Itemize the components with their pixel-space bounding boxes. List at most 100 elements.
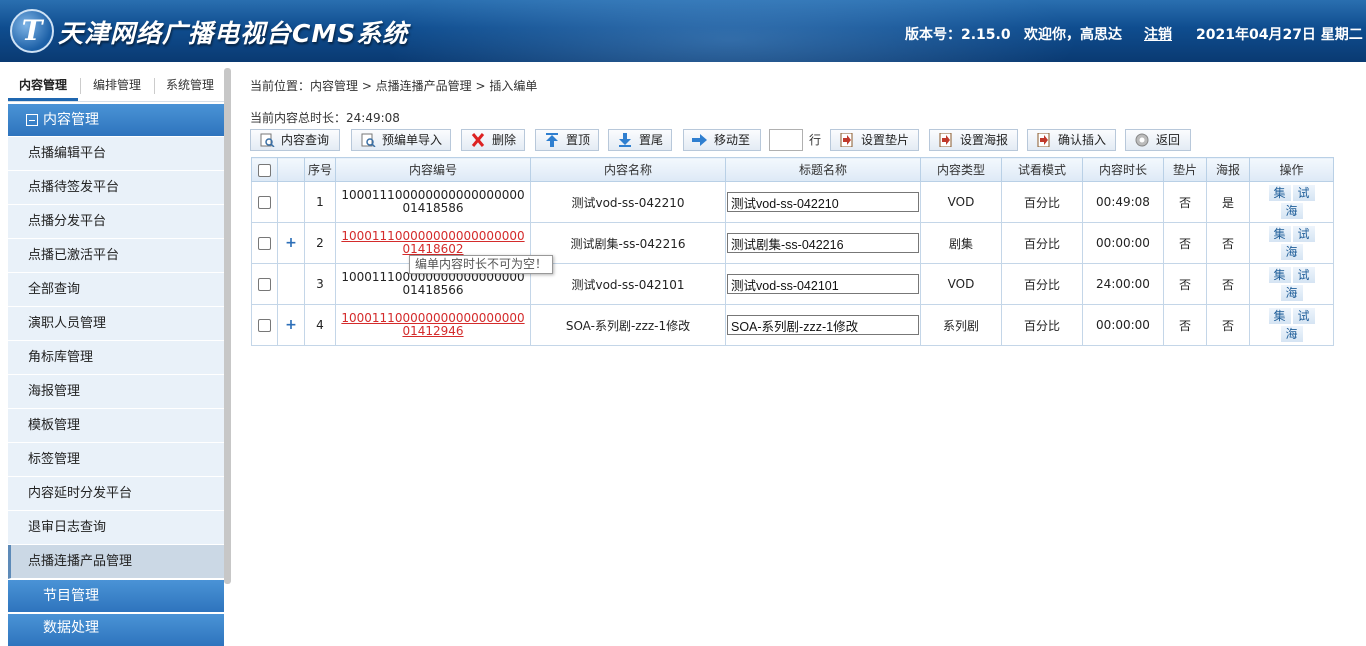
arrow-right-icon	[692, 134, 707, 146]
tab-content-management[interactable]: 内容管理	[8, 72, 78, 101]
header-trial-mode: 试看模式	[1001, 157, 1083, 182]
select-all-checkbox[interactable]	[258, 163, 271, 177]
back-button[interactable]: 返回	[1125, 129, 1191, 151]
tab-schedule-management[interactable]: 编排管理	[82, 72, 152, 101]
row-trial-mode: 百分比	[1001, 263, 1083, 305]
title-input[interactable]	[727, 233, 919, 253]
row-trial-mode: 百分比	[1001, 181, 1083, 223]
header-title: 标题名称	[725, 157, 921, 182]
sidebar-tabs: 内容管理 编排管理 系统管理	[8, 72, 224, 102]
delete-button[interactable]: 删除	[461, 129, 525, 151]
header-select-all[interactable]	[251, 157, 278, 182]
tv-logo-icon: T	[10, 9, 54, 53]
title-input[interactable]	[727, 274, 919, 294]
row-code-link[interactable]: 10001110000000000000000001418602	[339, 230, 527, 256]
row-checkbox[interactable]	[258, 237, 271, 250]
row-title-cell	[725, 222, 921, 264]
table-header-row: 序号 内容编号 内容名称 标题名称 内容类型 试看模式 内容时长 垫片 海报 操…	[251, 157, 1334, 182]
group-data-processing[interactable]: 数据处理	[8, 614, 224, 646]
group-program-management[interactable]: 节目管理	[8, 580, 224, 612]
row-seq: 3	[304, 263, 336, 305]
sidebar-item-badge-library[interactable]: 角标库管理	[8, 341, 224, 375]
row-expand	[277, 181, 305, 223]
row-select	[251, 181, 278, 223]
move-row-input[interactable]	[769, 129, 803, 151]
episode-button[interactable]: 集	[1267, 266, 1292, 284]
poster-button[interactable]: 海	[1279, 202, 1304, 220]
row-actions: 集试 海	[1249, 181, 1334, 223]
row-code-link[interactable]: 10001110000000000000000001412946	[339, 312, 527, 338]
tab-divider	[154, 78, 155, 94]
title-input[interactable]	[727, 315, 919, 335]
expand-plus-icon[interactable]: +	[285, 235, 297, 251]
sidebar-item-posters[interactable]: 海报管理	[8, 375, 224, 409]
group-content-management[interactable]: 内容管理	[8, 104, 224, 136]
row-checkbox[interactable]	[258, 196, 271, 209]
doc-arrow-icon	[840, 133, 853, 147]
button-label: 设置垫片	[861, 133, 910, 147]
tab-system-management[interactable]: 系统管理	[156, 72, 224, 101]
breadcrumb: 当前位置：内容管理 > 点播连播产品管理 > 插入编单	[250, 79, 538, 93]
sidebar-item-all-query[interactable]: 全部查询	[8, 273, 224, 307]
row-trial-mode: 百分比	[1001, 222, 1083, 264]
sidebar-scrollbar[interactable]	[224, 68, 231, 584]
sidebar-item-reject-log[interactable]: 退审日志查询	[8, 511, 224, 545]
poster-button[interactable]: 海	[1279, 325, 1304, 343]
sidebar-item-vod-continuous[interactable]: 点播连播产品管理	[8, 545, 224, 579]
sidebar-item-vod-activated[interactable]: 点播已激活平台	[8, 239, 224, 273]
gear-icon	[1135, 133, 1149, 147]
episode-button[interactable]: 集	[1267, 225, 1292, 243]
expand-plus-icon[interactable]: +	[285, 317, 297, 333]
group-label: 节目管理	[43, 588, 99, 604]
row-checkbox[interactable]	[258, 319, 271, 332]
sidebar-item-vod-pending[interactable]: 点播待签发平台	[8, 171, 224, 205]
move-bottom-button[interactable]: 置尾	[608, 129, 672, 151]
row-select	[251, 304, 278, 346]
logout-link[interactable]: 注销	[1144, 24, 1172, 44]
sidebar-item-cast[interactable]: 演职人员管理	[8, 307, 224, 341]
trial-button[interactable]: 试	[1291, 225, 1316, 243]
trial-button[interactable]: 试	[1291, 307, 1316, 325]
poster-button[interactable]: 海	[1279, 243, 1304, 261]
arrow-bottom-icon	[619, 133, 631, 147]
row-duration: 00:00:00	[1082, 222, 1164, 264]
row-duration: 00:00:00	[1082, 304, 1164, 346]
header-type: 内容类型	[920, 157, 1002, 182]
row-poster: 否	[1206, 222, 1250, 264]
content-query-button[interactable]: 内容查询	[250, 129, 340, 151]
move-to-button[interactable]: 移动至	[683, 129, 761, 151]
tab-divider	[80, 78, 81, 94]
sidebar-item-tags[interactable]: 标签管理	[8, 443, 224, 477]
row-name: 测试vod-ss-042101	[530, 263, 726, 305]
button-label: 置顶	[566, 133, 591, 147]
sidebar-item-templates[interactable]: 模板管理	[8, 409, 224, 443]
trial-button[interactable]: 试	[1291, 184, 1316, 202]
row-actions: 集试 海	[1249, 222, 1334, 264]
sidebar-item-vod-edit[interactable]: 点播编辑平台	[8, 137, 224, 171]
total-duration: 当前内容总时长：24:49:08	[250, 111, 400, 125]
row-pad: 否	[1163, 263, 1207, 305]
row-select	[251, 222, 278, 264]
set-poster-button[interactable]: 设置海报	[929, 129, 1018, 151]
confirm-insert-button[interactable]: 确认插入	[1027, 129, 1116, 151]
poster-button[interactable]: 海	[1279, 284, 1304, 302]
episode-button[interactable]: 集	[1267, 307, 1292, 325]
title-input[interactable]	[727, 192, 919, 212]
sidebar-item-vod-distribute[interactable]: 点播分发平台	[8, 205, 224, 239]
sidebar: 内容管理 编排管理 系统管理 内容管理 点播编辑平台 点播待签发平台 点播分发平…	[0, 62, 232, 646]
row-code-cell: 10001110000000000000000001412946	[335, 304, 531, 346]
move-top-button[interactable]: 置顶	[535, 129, 599, 151]
row-checkbox[interactable]	[258, 278, 271, 291]
set-pad-button[interactable]: 设置垫片	[830, 129, 919, 151]
search-doc-icon	[260, 133, 275, 147]
row-poster: 否	[1206, 263, 1250, 305]
sidebar-item-delayed-distribute[interactable]: 内容延时分发平台	[8, 477, 224, 511]
row-poster: 否	[1206, 304, 1250, 346]
pre-schedule-import-button[interactable]: 预编单导入	[351, 129, 451, 151]
episode-button[interactable]: 集	[1267, 184, 1292, 202]
trial-button[interactable]: 试	[1291, 266, 1316, 284]
row-name: SOA-系列剧-zzz-1修改	[530, 304, 726, 346]
app-title: 天津网络广播电视台CMS系统	[58, 19, 409, 48]
row-type: VOD	[920, 263, 1002, 305]
row-title-cell	[725, 263, 921, 305]
